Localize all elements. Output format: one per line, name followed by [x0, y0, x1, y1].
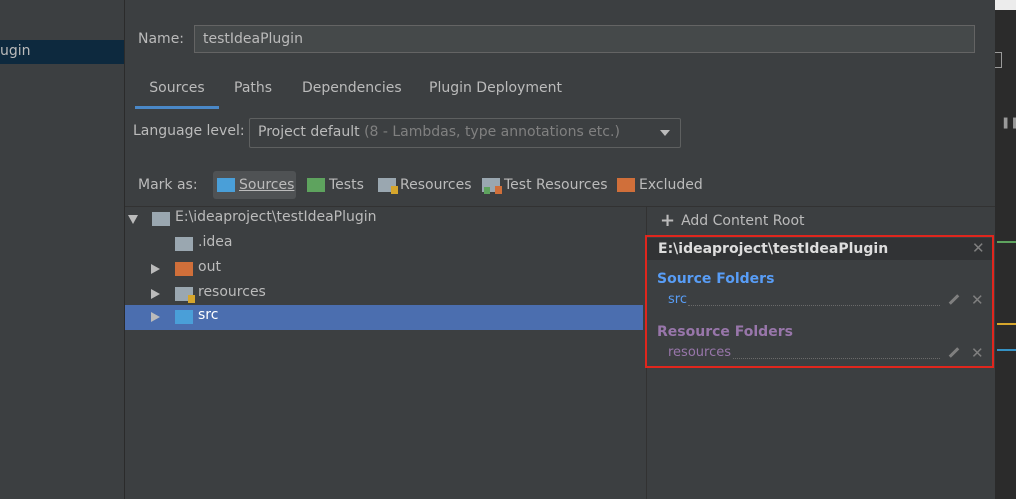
sidebar-item-selected[interactable]: ugin — [0, 40, 124, 64]
mark-sources-label: Sources — [239, 177, 295, 193]
module-name-input[interactable] — [194, 25, 975, 53]
tree-row-src[interactable]: src — [125, 305, 643, 330]
folder-icon — [175, 237, 193, 251]
tab-dependencies[interactable]: Dependencies — [302, 80, 402, 106]
folder-icon — [152, 212, 170, 226]
name-label: Name: — [138, 31, 185, 47]
mark-test-resources-label: Test Resources — [504, 177, 608, 193]
language-level-hint: (8 - Lambdas, type annotations etc.) — [364, 124, 620, 140]
language-level-value: Project default — [258, 124, 360, 140]
tree-row-resources[interactable]: resources — [125, 282, 643, 307]
add-content-root-button[interactable]: + Add Content Root — [660, 210, 805, 231]
tree-row-label: E:\ideaproject\testIdeaPlugin — [175, 209, 377, 225]
source-folder-icon — [175, 310, 193, 324]
test-folder-icon — [307, 178, 325, 192]
resource-folder-icon — [175, 287, 195, 303]
tree-row-out[interactable]: out — [125, 257, 643, 282]
plus-icon: + — [660, 210, 676, 231]
excluded-folder-icon — [617, 178, 635, 192]
highlight-box — [645, 235, 994, 368]
resource-folder-icon — [378, 178, 398, 194]
excluded-folder-icon — [175, 262, 193, 276]
language-level-select[interactable]: Project default (8 - Lambdas, type annot… — [249, 118, 681, 148]
window-icon — [995, 52, 1002, 68]
marker-green — [997, 241, 1016, 243]
collapse-arrow-icon[interactable] — [151, 312, 160, 322]
source-folder-icon — [217, 178, 235, 192]
sidebar-item-label: ugin — [0, 43, 31, 59]
tab-plugin-deployment[interactable]: Plugin Deployment — [429, 80, 562, 106]
mark-tests-label: Tests — [329, 177, 364, 193]
test-resource-folder-icon — [482, 178, 502, 194]
collapse-arrow-icon[interactable] — [151, 264, 160, 274]
marker-yellow — [997, 323, 1016, 325]
tree-row-label: resources — [198, 284, 266, 300]
collapse-arrow-icon[interactable] — [151, 289, 160, 299]
add-content-root-label: Add Content Root — [681, 213, 805, 229]
project-structure-sidebar — [0, 0, 125, 499]
mark-as-label: Mark as: — [138, 177, 198, 193]
tree-row-label: src — [198, 307, 219, 323]
language-level-label: Language level: — [133, 123, 245, 139]
mark-resources-label: Resources — [400, 177, 472, 193]
tree-row-label: .idea — [198, 234, 233, 250]
chevron-down-icon — [660, 130, 670, 136]
mark-test-resources-button[interactable]: Test Resources — [478, 171, 612, 199]
content-root-tree: E:\ideaproject\testIdeaPlugin .idea out … — [125, 207, 646, 499]
mark-excluded-label: Excluded — [639, 177, 703, 193]
tree-row-root[interactable]: E:\ideaproject\testIdeaPlugin — [125, 207, 643, 232]
tree-row-idea[interactable]: .idea — [125, 232, 643, 257]
strip-topbar — [995, 0, 1016, 10]
tree-row-label: out — [198, 259, 221, 275]
mark-sources-button[interactable]: Sources — [213, 171, 296, 199]
tab-paths[interactable]: Paths — [234, 80, 272, 106]
expand-arrow-icon[interactable] — [128, 215, 138, 224]
mark-resources-button[interactable]: Resources — [374, 171, 476, 199]
mark-excluded-button[interactable]: Excluded — [613, 171, 707, 199]
mark-tests-button[interactable]: Tests — [303, 171, 368, 199]
marker-blue — [997, 349, 1016, 351]
pause-icon[interactable]: ❚❚ — [1001, 116, 1016, 129]
tab-sources[interactable]: Sources — [135, 80, 219, 109]
editor-gutter-strip: ❚❚ — [995, 0, 1016, 499]
